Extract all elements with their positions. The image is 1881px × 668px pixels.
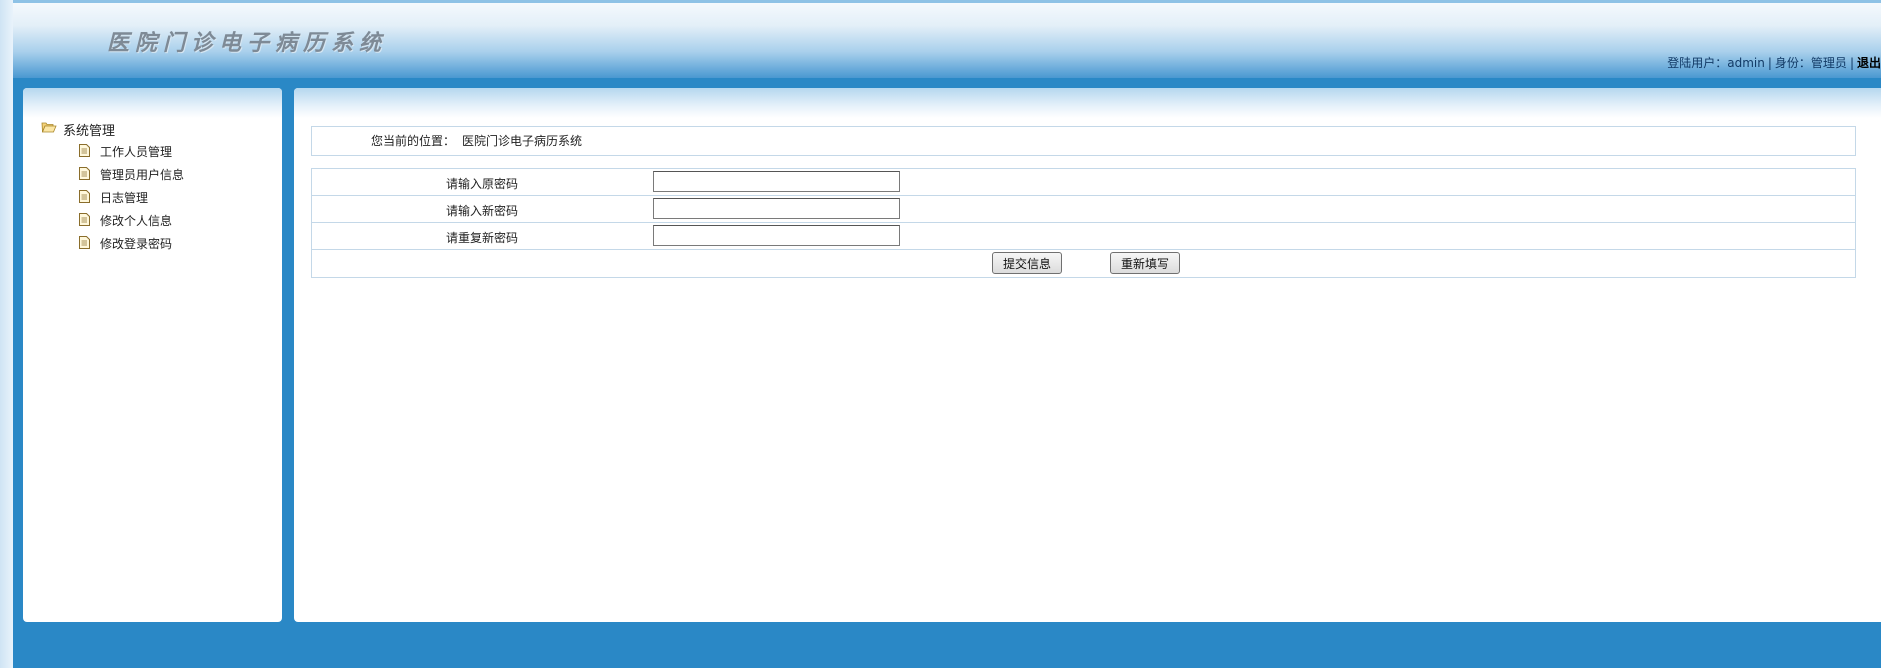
- old-password-input[interactable]: [653, 171, 900, 192]
- sidebar-item-logs[interactable]: 日志管理: [79, 186, 184, 209]
- sidebar-item-staff[interactable]: 工作人员管理: [79, 140, 184, 163]
- sidebar-item-change-password[interactable]: 修改登录密码: [79, 232, 184, 255]
- app-title: 医院门诊电子病历系统: [107, 30, 388, 56]
- breadcrumb-label: 您当前的位置：: [371, 134, 456, 148]
- sidebar-item-label: 工作人员管理: [100, 145, 173, 159]
- sidebar-item-label: 管理员用户信息: [100, 168, 185, 182]
- document-icon: [79, 189, 90, 206]
- sidebar-item-admin-info[interactable]: 管理员用户信息: [79, 163, 184, 186]
- old-password-label: 请输入原密码: [446, 177, 519, 191]
- form-row-confirm-password: 请重复新密码: [312, 223, 1855, 250]
- submit-button[interactable]: 提交信息: [992, 252, 1062, 274]
- tree-root-system[interactable]: 系统管理: [41, 118, 184, 140]
- form-row-buttons: 提交信息 重新填写: [312, 250, 1855, 278]
- content-panel: 您当前的位置： 医院门诊电子病历系统 请输入原密码 请输入新密码 请重复新密码 …: [294, 88, 1881, 622]
- new-password-label: 请输入新密码: [446, 204, 519, 218]
- role-name: 管理员: [1810, 56, 1847, 70]
- document-icon: [79, 143, 90, 160]
- user-name: admin: [1727, 56, 1765, 70]
- nav-tree: 系统管理 工作人员管理 管理员用户信息 日志管理 修改个人信息 修改登录密码: [41, 118, 184, 255]
- left-frame-strip: [0, 0, 13, 668]
- breadcrumb-path: 医院门诊电子病历系统: [462, 134, 583, 148]
- logout-link[interactable]: 退出: [1857, 56, 1881, 70]
- sidebar-item-label: 修改登录密码: [100, 237, 173, 251]
- confirm-password-label: 请重复新密码: [446, 231, 519, 245]
- document-icon: [79, 166, 90, 183]
- new-password-input[interactable]: [653, 198, 900, 219]
- document-icon: [79, 235, 90, 252]
- user-info: 登陆用户：admin | 身份：管理员 | 退出: [1667, 54, 1881, 71]
- breadcrumb: 您当前的位置： 医院门诊电子病历系统: [311, 126, 1856, 156]
- header: 医院门诊电子病历系统 登陆用户：admin | 身份：管理员 | 退出: [13, 0, 1881, 78]
- separator: |: [1767, 56, 1772, 70]
- user-label: 登陆用户：: [1667, 56, 1728, 70]
- change-password-form: 请输入原密码 请输入新密码 请重复新密码 提交信息 重新填写: [311, 168, 1856, 278]
- confirm-password-input[interactable]: [653, 225, 900, 246]
- tree-root-label: 系统管理: [63, 123, 116, 139]
- form-row-old-password: 请输入原密码: [312, 169, 1855, 196]
- reset-button[interactable]: 重新填写: [1110, 252, 1180, 274]
- sidebar-item-label: 修改个人信息: [100, 214, 173, 228]
- separator: |: [1849, 56, 1854, 70]
- folder-open-icon: [41, 121, 57, 137]
- sidebar-item-edit-profile[interactable]: 修改个人信息: [79, 209, 184, 232]
- role-label: 身份：: [1774, 56, 1811, 70]
- sidebar-item-label: 日志管理: [100, 191, 149, 205]
- form-row-new-password: 请输入新密码: [312, 196, 1855, 223]
- document-icon: [79, 212, 90, 229]
- sidebar-panel: 系统管理 工作人员管理 管理员用户信息 日志管理 修改个人信息 修改登录密码: [23, 88, 282, 622]
